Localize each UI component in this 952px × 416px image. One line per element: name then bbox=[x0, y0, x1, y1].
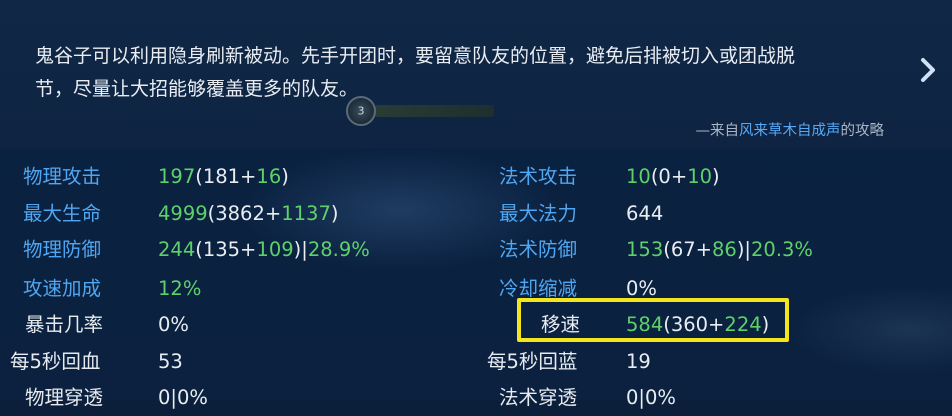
left-stat-value-part: 12% bbox=[158, 277, 202, 300]
right-stat-value-part: 86 bbox=[712, 238, 737, 261]
left-stat-value-part: (3862+ bbox=[207, 202, 282, 225]
tip-source: —来自风来草木自成声的攻略 bbox=[696, 119, 885, 140]
right-stat-label: 最大法力 bbox=[499, 202, 578, 225]
right-stat-value-part: (67+ bbox=[663, 238, 712, 261]
right-stat-value-part: (0+ bbox=[650, 165, 688, 188]
left-stat-label: 暴击几率 bbox=[25, 313, 104, 336]
right-stat-value: 153(67+86)|20.3% bbox=[626, 232, 813, 268]
right-stat-value-part: 20.3% bbox=[751, 238, 813, 261]
left-stat-value-part: (181+ bbox=[195, 165, 257, 188]
skill-level-number: 3 bbox=[357, 104, 365, 118]
left-stat-label: 每5秒回血 bbox=[10, 350, 101, 373]
left-stat-value-part: 0% bbox=[158, 313, 189, 336]
left-stat-value: 0% bbox=[158, 307, 189, 343]
left-stat-value-part: ) bbox=[330, 202, 339, 225]
right-stat-value-part: 0% bbox=[626, 277, 657, 300]
stat-row: 物理防御 244(135+109)|28.9% 法术防御 153(67+86)|20.… bbox=[0, 232, 952, 268]
left-stat-value: 12% bbox=[158, 271, 201, 307]
left-stat-value-part: 109 bbox=[256, 238, 294, 261]
next-tip-button[interactable] bbox=[916, 52, 940, 88]
right-stat-label: 法术穿透 bbox=[499, 386, 578, 409]
tip-source-author[interactable]: 风来草木自成声 bbox=[739, 123, 841, 139]
tip-source-prefix: —来自 bbox=[695, 123, 740, 139]
left-stat-label: 物理防御 bbox=[23, 238, 102, 261]
right-stat-value: 19 bbox=[626, 344, 651, 380]
skill-bar-decoration bbox=[374, 105, 494, 117]
right-stat-value-part: 153 bbox=[626, 238, 664, 261]
right-stat-value-part: 19 bbox=[626, 350, 651, 373]
left-stat-label: 物理攻击 bbox=[23, 165, 102, 188]
right-stat-value-part: 0|0% bbox=[626, 386, 676, 409]
left-stat-value-part: 16 bbox=[256, 165, 282, 188]
tip-text: 鬼谷子可以利用隐身刷新被动。先手开团时，要留意队友的位置，避免后排被切入或团战脱… bbox=[35, 40, 895, 106]
move-speed-highlight bbox=[517, 298, 789, 342]
right-stat-value-part: 644 bbox=[626, 202, 664, 225]
strategy-tip-panel: 3 鬼谷子可以利用隐身刷新被动。先手开团时，要留意队友的位置，避免后排被切入或团… bbox=[0, 0, 952, 148]
left-stat-value-part: 0|0% bbox=[158, 386, 208, 409]
right-stat-value: 0|0% bbox=[626, 380, 676, 416]
right-stat-label: 每5秒回蓝 bbox=[487, 350, 578, 373]
left-stat-value: 197(181+16) bbox=[158, 159, 289, 195]
right-stat-value-part: )| bbox=[736, 238, 752, 261]
right-stat-value: 10(0+10) bbox=[626, 159, 720, 195]
tip-line-1: 鬼谷子可以利用隐身刷新被动。先手开团时，要留意队友的位置，避免后排被切入或团战脱 bbox=[35, 45, 796, 67]
right-stat-value-part: 10 bbox=[626, 165, 651, 188]
left-stat-value-part: 1137 bbox=[281, 202, 331, 225]
left-stat-value-part: ) bbox=[281, 165, 289, 188]
left-stat-value-part: (135+ bbox=[195, 238, 257, 261]
chevron-right-icon bbox=[921, 58, 935, 82]
left-stat-value: 244(135+109)|28.9% bbox=[158, 232, 370, 268]
left-stat-value-part: 197 bbox=[158, 165, 196, 188]
left-stat-label: 攻速加成 bbox=[23, 277, 102, 300]
tip-line-2: 节，尽量让大招能够覆盖更多的队友。 bbox=[35, 78, 359, 100]
left-stat-value: 0|0% bbox=[158, 380, 208, 416]
left-stat-value: 4999(3862+1137) bbox=[158, 196, 338, 232]
stat-row: 暴击几率 0% 移速 584(360+224) bbox=[0, 307, 952, 343]
right-stat-label: 法术防御 bbox=[499, 238, 578, 261]
right-stat-value-part: 10 bbox=[687, 165, 713, 188]
left-stat-value-part: 53 bbox=[158, 350, 183, 373]
tip-source-suffix: 的攻略 bbox=[840, 123, 885, 139]
left-stat-value-part: 244 bbox=[158, 238, 196, 261]
stat-row: 攻速加成 12% 冷却缩减 0% bbox=[0, 271, 952, 307]
stat-row: 最大生命 4999(3862+1137) 最大法力 644 bbox=[0, 196, 952, 232]
stat-row: 每5秒回血 53 每5秒回蓝 19 bbox=[0, 344, 952, 380]
left-stat-label: 最大生命 bbox=[23, 202, 102, 225]
left-stat-label: 物理穿透 bbox=[25, 386, 104, 409]
left-stat-value-part: 4999 bbox=[158, 202, 208, 225]
left-stat-value-part: )| bbox=[293, 238, 308, 261]
right-stat-label: 法术攻击 bbox=[499, 165, 578, 188]
left-stat-value: 53 bbox=[158, 344, 183, 380]
right-stat-value-part: ) bbox=[712, 165, 720, 188]
stat-row: 物理穿透 0|0% 法术穿透 0|0% bbox=[0, 380, 952, 416]
stat-row: 物理攻击 197(181+16) 法术攻击 10(0+10) bbox=[0, 159, 952, 195]
right-stat-value: 644 bbox=[626, 196, 663, 232]
left-stat-value-part: 28.9% bbox=[307, 238, 370, 261]
